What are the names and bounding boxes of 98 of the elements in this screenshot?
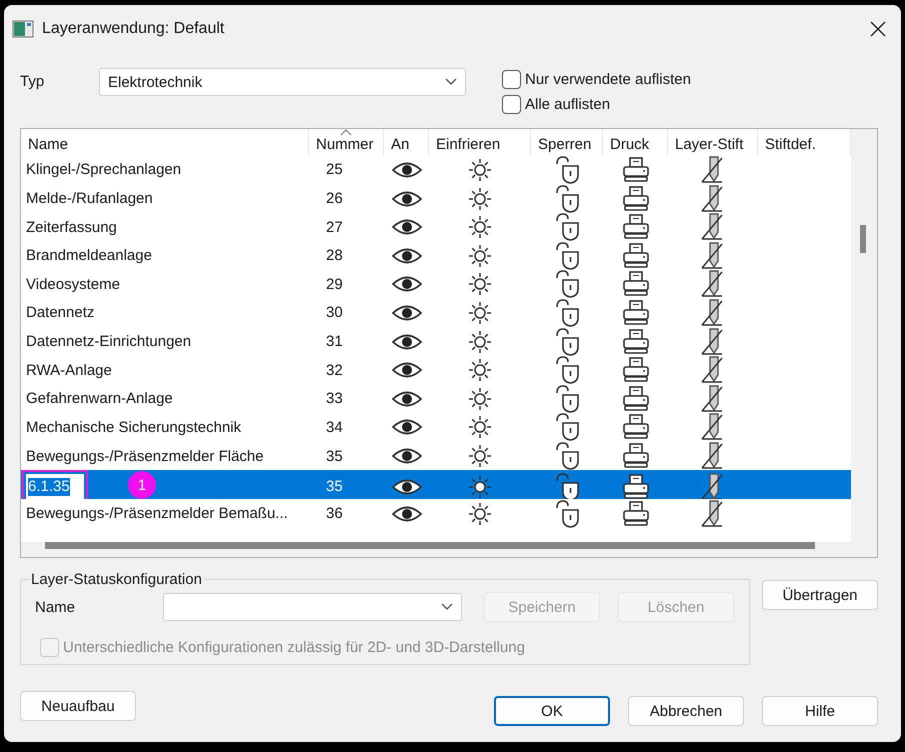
layer-number: 25: [325, 161, 344, 178]
unlocked-padlock-icon[interactable]: [554, 270, 580, 298]
eye-icon[interactable]: [392, 504, 422, 523]
filter-checkbox[interactable]: Nur verwendete auflisten: [502, 70, 691, 89]
app-icon: [12, 20, 34, 38]
printer-icon[interactable]: [622, 242, 650, 269]
table-row[interactable]: 6.1.35 1 35: [21, 470, 851, 500]
filter-checkbox[interactable]: Alle auflisten: [502, 95, 691, 114]
printer-icon[interactable]: [622, 186, 650, 212]
chevron-down-icon[interactable]: [445, 78, 457, 86]
layer-name: Gefahrenwarn-Anlage: [25, 390, 174, 408]
printer-icon[interactable]: [622, 357, 650, 384]
unlocked-padlock-icon[interactable]: [554, 500, 580, 528]
layer-name: RWA-Anlage: [25, 362, 113, 379]
layer-number: 28: [325, 247, 344, 264]
window-title: Layeranwendung: Default: [42, 20, 226, 38]
printer-icon[interactable]: [622, 500, 650, 527]
printer-icon[interactable]: [622, 443, 650, 470]
eye-icon[interactable]: [392, 275, 422, 294]
unlocked-padlock-icon[interactable]: [554, 184, 580, 213]
eye-icon[interactable]: [392, 390, 422, 408]
layer-name: Datennetz-Einrichtungen: [25, 333, 192, 350]
unlocked-padlock-icon[interactable]: [554, 213, 580, 242]
unlocked-padlock-icon[interactable]: [554, 413, 580, 442]
eye-icon[interactable]: [392, 246, 422, 265]
typ-label: Typ: [20, 73, 46, 90]
sun-icon[interactable]: [468, 386, 492, 411]
layer-number: 34: [325, 418, 344, 436]
sun-icon[interactable]: [468, 502, 492, 526]
dialog-button[interactable]: OK: [494, 696, 610, 726]
annotation-badge: 1: [128, 471, 156, 500]
layer-name: Bewegungs-/Präsenzmelder Fläche: [25, 448, 265, 465]
layer-name: Zeiterfassung: [25, 218, 118, 236]
eye-icon[interactable]: [392, 218, 422, 236]
eye-icon[interactable]: [392, 447, 422, 466]
printer-icon[interactable]: [622, 300, 650, 326]
layer-name: Datennetz: [25, 304, 96, 322]
eye-icon[interactable]: [392, 418, 422, 436]
transfer-button[interactable]: Übertragen: [762, 580, 878, 610]
dialog-button[interactable]: Abbrechen: [628, 696, 744, 726]
unlocked-padlock-icon[interactable]: [554, 156, 580, 184]
name-label: Name: [35, 598, 76, 616]
sun-icon[interactable]: [468, 158, 492, 182]
dialog-button[interactable]: Hilfe: [762, 696, 878, 726]
group-title: Layer-Statuskonfiguration: [30, 571, 203, 588]
unlocked-padlock-icon[interactable]: [554, 328, 580, 356]
sun-icon[interactable]: [468, 186, 492, 211]
unlocked-padlock-icon[interactable]: [554, 356, 580, 384]
layer-number: 35: [325, 448, 344, 465]
close-icon[interactable]: [870, 21, 886, 37]
eye-icon[interactable]: [392, 160, 422, 179]
sun-icon[interactable]: [468, 300, 492, 325]
layer-name: Videosysteme: [25, 276, 121, 293]
layer-name: Klingel-/Sprechanlagen: [25, 161, 182, 178]
unlocked-padlock-icon[interactable]: [554, 472, 580, 501]
layer-number: 27: [325, 218, 344, 236]
eye-icon[interactable]: [392, 332, 422, 351]
scrollbar-thumb[interactable]: [860, 225, 866, 253]
typ-dropdown[interactable]: Elektrotechnik: [99, 68, 466, 96]
layer-name: Mechanische Sicherungstechnik: [25, 418, 242, 436]
sun-icon[interactable]: [468, 272, 492, 296]
layer-name: Bewegungs-/Präsenzmelder Bemaßu...: [25, 505, 289, 522]
layer-number: 33: [325, 390, 344, 408]
sun-icon[interactable]: [468, 474, 492, 499]
layer-number: 36: [325, 505, 344, 522]
printer-icon[interactable]: [622, 386, 650, 412]
layer-number: 32: [325, 362, 344, 379]
chevron-down-icon[interactable]: [441, 603, 453, 611]
layer-number: 35: [325, 478, 344, 496]
sun-icon[interactable]: [468, 358, 492, 382]
sun-icon[interactable]: [468, 215, 492, 240]
unlocked-padlock-icon[interactable]: [554, 298, 580, 327]
unlocked-padlock-icon[interactable]: [554, 242, 580, 270]
printer-icon[interactable]: [622, 328, 650, 355]
layer-number: 30: [325, 304, 344, 322]
sun-icon[interactable]: [468, 444, 492, 468]
eye-icon[interactable]: [392, 478, 422, 496]
eye-icon[interactable]: [392, 304, 422, 322]
sun-icon[interactable]: [468, 415, 492, 440]
layer-number: 31: [325, 333, 344, 350]
layer-name: Brandmeldeanlage: [25, 247, 153, 264]
layer-number: 29: [325, 276, 344, 293]
sun-icon[interactable]: [468, 330, 492, 354]
eye-icon[interactable]: [392, 190, 422, 208]
printer-icon[interactable]: [622, 474, 650, 500]
layer-number: 26: [325, 190, 344, 208]
rebuild-button[interactable]: Neuaufbau: [20, 691, 136, 721]
printer-icon[interactable]: [622, 156, 650, 183]
printer-icon[interactable]: [622, 271, 650, 298]
scrollbar-thumb[interactable]: [45, 542, 815, 549]
unlocked-padlock-icon[interactable]: [554, 384, 580, 413]
printer-icon[interactable]: [622, 414, 650, 440]
eye-icon[interactable]: [392, 361, 422, 380]
layer-name: Melde-/Rufanlagen: [25, 190, 154, 208]
sort-caret-icon: [340, 129, 352, 136]
sun-icon[interactable]: [468, 244, 492, 268]
printer-icon[interactable]: [622, 214, 650, 240]
unlocked-padlock-icon[interactable]: [554, 442, 580, 470]
